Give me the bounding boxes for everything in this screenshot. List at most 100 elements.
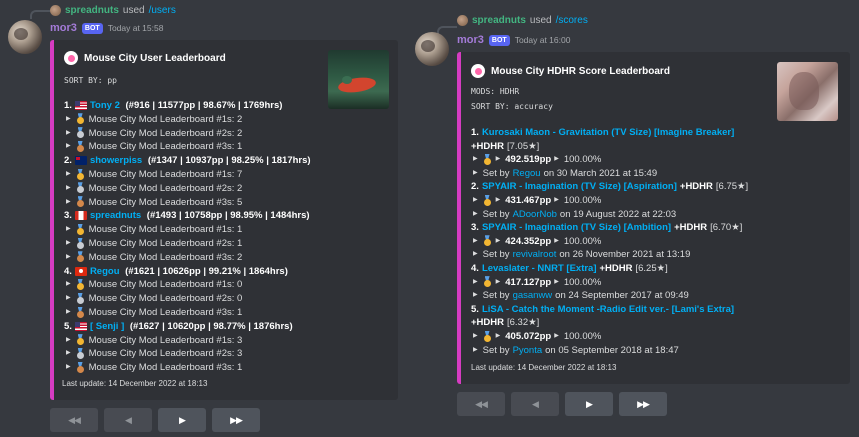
next-page-button[interactable]: ▶ xyxy=(158,408,206,432)
user-row: 4. Regou (#1621 | 10626pp | 99.21% | 1864… xyxy=(64,265,288,278)
rank-number: 2. xyxy=(64,155,72,167)
replier-avatar xyxy=(457,15,468,26)
author-avatar[interactable] xyxy=(8,20,42,54)
star-rating: [6.32★] xyxy=(507,317,540,329)
username-link[interactable]: Regou xyxy=(90,265,120,278)
beatmap-link[interactable]: SPYAIR - Imagination (TV Size) [Ambition… xyxy=(482,221,671,234)
bullet-triangle-icon: ▶ xyxy=(473,278,478,285)
score-date: on 05 September 2018 at 18:47 xyxy=(545,344,679,356)
player-link[interactable]: revivalroot xyxy=(513,248,557,261)
bronze-medal-icon xyxy=(76,196,85,208)
bullet-triangle-icon: ▶ xyxy=(554,197,559,203)
player-link[interactable]: Regou xyxy=(513,167,541,180)
reply-username[interactable]: spreadnuts xyxy=(65,5,119,16)
country-flag-icon xyxy=(74,156,87,166)
medal-count-text: Mouse City Mod Leaderboard #2s: 1 xyxy=(88,238,243,249)
bullet-triangle-icon: ▶ xyxy=(66,198,71,205)
user-stats: (#1493 | 10758pp | 98.95% | 1484hrs) xyxy=(144,210,310,222)
mods-text: +HDHR xyxy=(471,317,504,329)
score-setby-row: ▶ Set by gasanww on 24 September 2017 at 09… xyxy=(473,289,689,302)
bullet-triangle-icon: ▶ xyxy=(66,253,71,260)
rank-medal-icon xyxy=(483,195,492,207)
bullet-triangle-icon: ▶ xyxy=(66,129,71,136)
score-pp-row: ▶ ▶ 424.352pp ▶ 100.00% xyxy=(473,235,601,248)
gold-medal-icon xyxy=(76,279,85,291)
reply-connector xyxy=(30,10,50,19)
bullet-triangle-icon: ▶ xyxy=(495,197,501,203)
embed-title: Mouse City User Leaderboard xyxy=(64,51,226,65)
beatmap-link[interactable]: Kurosaki Maon - Gravitation (TV Size) [I… xyxy=(482,126,734,139)
author-name[interactable]: mor3 xyxy=(50,22,77,34)
country-flag-icon xyxy=(74,211,87,221)
rank-medal-icon xyxy=(483,154,492,166)
medal-count-row: ▶ Mouse City Mod Leaderboard #1s: 1 xyxy=(66,223,242,236)
score-pp-row: ▶ ▶ 431.467pp ▶ 100.00% xyxy=(473,194,601,207)
prev-page-button[interactable]: ◀ xyxy=(104,408,152,432)
player-link[interactable]: Pyonta xyxy=(513,344,543,357)
star-rating: [6.25★] xyxy=(635,263,668,274)
bullet-triangle-icon: ▶ xyxy=(66,350,71,357)
prev-page-button[interactable]: ◀ xyxy=(511,392,559,416)
medal-count-row: ▶ Mouse City Mod Leaderboard #2s: 3 xyxy=(66,347,242,360)
bronze-medal-icon xyxy=(76,307,85,319)
bullet-triangle-icon: ▶ xyxy=(66,336,71,343)
username-link[interactable]: showerpiss xyxy=(90,154,142,167)
player-link[interactable]: ADoorNob xyxy=(513,208,557,221)
beatmap-link[interactable]: Levaslater - NNRT [Extra] xyxy=(482,262,597,275)
score-mods-row: +HDHR [7.05★] xyxy=(471,140,539,153)
accuracy-value: 100.00% xyxy=(563,276,602,288)
gold-medal-icon xyxy=(76,334,85,346)
medal-count-text: Mouse City Mod Leaderboard #1s: 7 xyxy=(88,169,243,180)
medal-count-text: Mouse City Mod Leaderboard #1s: 1 xyxy=(88,224,243,236)
pp-value: 417.127pp xyxy=(505,276,552,288)
embed-title: Mouse City HDHR Score Leaderboard xyxy=(471,64,670,78)
last-page-button[interactable]: ▶▶ xyxy=(212,408,260,432)
author-name[interactable]: mor3 xyxy=(457,34,484,46)
accuracy-value: 100.00% xyxy=(563,235,602,247)
bullet-triangle-icon: ▶ xyxy=(473,237,478,244)
accuracy-value: 100.00% xyxy=(563,195,602,206)
last-page-button[interactable]: ▶▶ xyxy=(619,392,667,416)
next-page-button[interactable]: ▶ xyxy=(565,392,613,416)
username-link[interactable]: [ Senji ] xyxy=(90,320,124,333)
reply-used-text: used xyxy=(529,15,552,26)
reply-command[interactable]: /users xyxy=(149,5,176,16)
user-row: 1. Tony 2 (#916 | 11577pp | 98.67% | 1769… xyxy=(64,99,282,112)
reply-context[interactable]: spreadnuts used /users xyxy=(50,5,176,16)
silver-medal-icon xyxy=(76,348,85,360)
embed-thumbnail[interactable] xyxy=(777,62,838,121)
username-link[interactable]: Tony 2 xyxy=(90,99,120,112)
pp-value: 431.467pp xyxy=(505,195,552,206)
reply-username[interactable]: spreadnuts xyxy=(472,15,526,26)
pp-value: 424.352pp xyxy=(505,235,552,247)
timestamp: Today at 16:00 xyxy=(514,35,571,45)
replier-avatar xyxy=(50,5,61,16)
rank-number: 4. xyxy=(471,263,479,274)
silver-medal-icon xyxy=(76,182,85,194)
bullet-triangle-icon: ▶ xyxy=(66,226,71,233)
reply-command[interactable]: /scores xyxy=(556,15,588,26)
medal-count-text: Mouse City Mod Leaderboard #3s: 1 xyxy=(88,307,243,318)
set-by-label: Set by xyxy=(482,344,510,356)
bullet-triangle-icon: ▶ xyxy=(473,333,478,339)
mods-text: +HDHR xyxy=(471,140,504,152)
medal-count-text: Mouse City Mod Leaderboard #3s: 1 xyxy=(88,362,243,374)
score-pp-row: ▶ ▶ 492.519pp ▶ 100.00% xyxy=(473,153,601,166)
player-link[interactable]: gasanww xyxy=(513,289,553,302)
beatmap-link[interactable]: SPYAIR - Imagination (TV Size) [Aspirati… xyxy=(482,180,677,193)
reply-context[interactable]: spreadnuts used /scores xyxy=(457,15,588,26)
medal-count-text: Mouse City Mod Leaderboard #2s: 3 xyxy=(88,348,243,360)
medal-count-row: ▶ Mouse City Mod Leaderboard #2s: 2 xyxy=(66,182,242,195)
author-avatar[interactable] xyxy=(415,32,449,66)
user-row: 2. showerpiss (#1347 | 10937pp | 98.25% |… xyxy=(64,154,311,167)
reply-used-text: used xyxy=(122,5,145,16)
user-stats: (#1621 | 10626pp | 99.21% | 1864hrs) xyxy=(122,265,288,277)
username-link[interactable]: spreadnuts xyxy=(90,209,141,222)
beatmap-link[interactable]: LiSA - Catch the Moment -Radio Edit ver.… xyxy=(482,303,734,316)
first-page-button[interactable]: ◀◀ xyxy=(50,408,98,432)
mods-text: +HDHR xyxy=(599,263,633,274)
embed-thumbnail[interactable] xyxy=(328,50,389,109)
bullet-triangle-icon: ▶ xyxy=(66,115,71,122)
first-page-button[interactable]: ◀◀ xyxy=(457,392,505,416)
rank-medal-icon xyxy=(483,276,492,288)
